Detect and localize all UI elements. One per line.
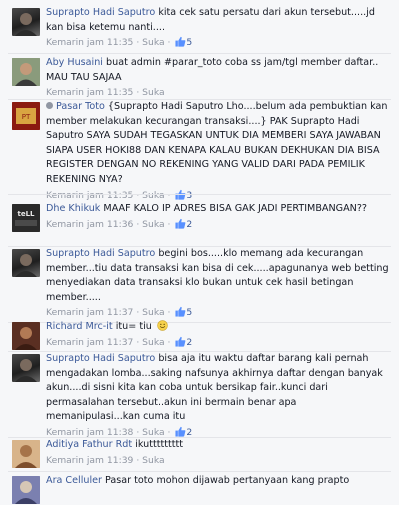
comment-text: {Suprapto Hadi Saputro Lho....belum ada …	[46, 101, 388, 185]
comment-timestamp[interactable]: Kemarin jam 11:35	[46, 37, 133, 48]
divider	[8, 194, 391, 195]
comment-meta: Kemarin jam 11:37 · Suka · 2	[46, 336, 193, 348]
like-button[interactable]: Suka	[142, 455, 164, 466]
comment-meta: Kemarin jam 11:36 · Suka · 2	[46, 218, 193, 230]
comment-text: itu= tiu	[115, 321, 152, 332]
like-button[interactable]: Suka	[142, 37, 164, 48]
avatar[interactable]: teLL	[12, 204, 40, 232]
thumbs-up-icon	[175, 218, 186, 229]
comment-thread: { "thumb_color": "#5890ff", "author_colo…	[0, 0, 399, 505]
thumbs-up-icon	[175, 336, 186, 347]
comment-item: Ara Celluler Pasar toto mohon dijawab pe…	[0, 474, 399, 505]
thumbs-up-icon	[175, 307, 186, 318]
like-count[interactable]: 3	[186, 190, 192, 201]
comment-meta: Kemarin jam 11:35 · Suka · 3	[46, 189, 193, 201]
avatar[interactable]	[12, 440, 40, 468]
avatar[interactable]	[12, 58, 40, 86]
comment-item: Suprapto Hadi Saputro bisa aja itu waktu…	[0, 352, 399, 438]
comment-author[interactable]: Aditiya Fathur Rdt	[46, 439, 132, 450]
thumbs-up-icon	[175, 37, 186, 47]
comment-item: teLL Dhe Khikuk MAAF KALO IP ADRES BISA …	[0, 202, 399, 247]
comment-item: Aby Husaini buat admin #parar_toto coba …	[0, 56, 399, 100]
comment-author[interactable]: Ara Celluler	[46, 475, 102, 486]
comment-timestamp[interactable]: Kemarin jam 11:35	[46, 190, 133, 201]
like-count[interactable]: 5	[186, 37, 192, 48]
comment-meta: Kemarin jam 11:37 · Suka · 5	[46, 307, 193, 319]
thumbs-up-icon	[175, 426, 186, 437]
avatar[interactable]: PT	[12, 102, 40, 130]
avatar[interactable]	[12, 476, 40, 504]
comment-timestamp[interactable]: Kemarin jam 11:37	[46, 337, 133, 348]
comment-item: Suprapto Hadi Saputro begini bos.....klo…	[0, 247, 399, 323]
avatar[interactable]	[12, 249, 40, 277]
page-icon	[46, 102, 53, 109]
comment-text: ikuttttttttt	[135, 439, 184, 450]
comment-author[interactable]: Suprapto Hadi Saputro	[46, 248, 155, 259]
comment-timestamp[interactable]: Kemarin jam 11:39	[46, 455, 133, 466]
avatar[interactable]	[12, 354, 40, 382]
like-button[interactable]: Suka	[142, 190, 164, 201]
comment-author[interactable]: Pasar Toto	[56, 101, 105, 112]
comment-author[interactable]: Suprapto Hadi Saputro	[46, 7, 155, 18]
like-button[interactable]: Suka	[142, 219, 164, 230]
comment-item: PT Pasar Toto {Suprapto Hadi Saputro Lho…	[0, 100, 399, 201]
comment-text: Pasar toto mohon dijawab pertanyaan kang…	[105, 475, 350, 486]
comment-timestamp[interactable]: Kemarin jam 11:35	[46, 87, 133, 98]
like-button[interactable]: Suka	[142, 337, 164, 348]
divider	[8, 471, 391, 472]
comment-author[interactable]: Aby Husaini	[46, 57, 103, 68]
comment-timestamp[interactable]: Kemarin jam 11:36	[46, 219, 133, 230]
smiley-icon	[157, 320, 168, 331]
comment-text: MAAF KALO IP ADRES BISA GAK JADI PERTIMB…	[103, 203, 368, 214]
svg-text:teLL: teLL	[17, 210, 35, 218]
comment-author[interactable]: Richard Mrc-it	[46, 321, 113, 332]
comment-meta: Kemarin jam 11:35 · Suka · 5	[46, 37, 193, 49]
comment-meta: Kemarin jam 11:39 · Suka	[46, 454, 165, 466]
avatar[interactable]	[12, 322, 40, 350]
comment-timestamp[interactable]: Kemarin jam 11:37	[46, 307, 133, 318]
like-count[interactable]: 2	[186, 219, 192, 230]
comment-item: Richard Mrc-it itu= tiu Kemarin jam 11:3…	[0, 320, 399, 352]
like-count[interactable]: 2	[186, 337, 192, 348]
like-button[interactable]: Suka	[142, 87, 164, 98]
svg-text:PT: PT	[22, 113, 31, 121]
like-count[interactable]: 5	[186, 307, 192, 318]
divider	[8, 53, 391, 54]
comment-item: Suprapto Hadi Saputro kita cek satu pers…	[0, 6, 399, 54]
comment-author[interactable]: Dhe Khikuk	[46, 203, 100, 214]
avatar[interactable]	[12, 8, 40, 36]
like-button[interactable]: Suka	[142, 307, 164, 318]
comment-author[interactable]: Suprapto Hadi Saputro	[46, 353, 155, 364]
comment-item: Aditiya Fathur Rdt ikuttttttttt Kemarin …	[0, 438, 399, 472]
